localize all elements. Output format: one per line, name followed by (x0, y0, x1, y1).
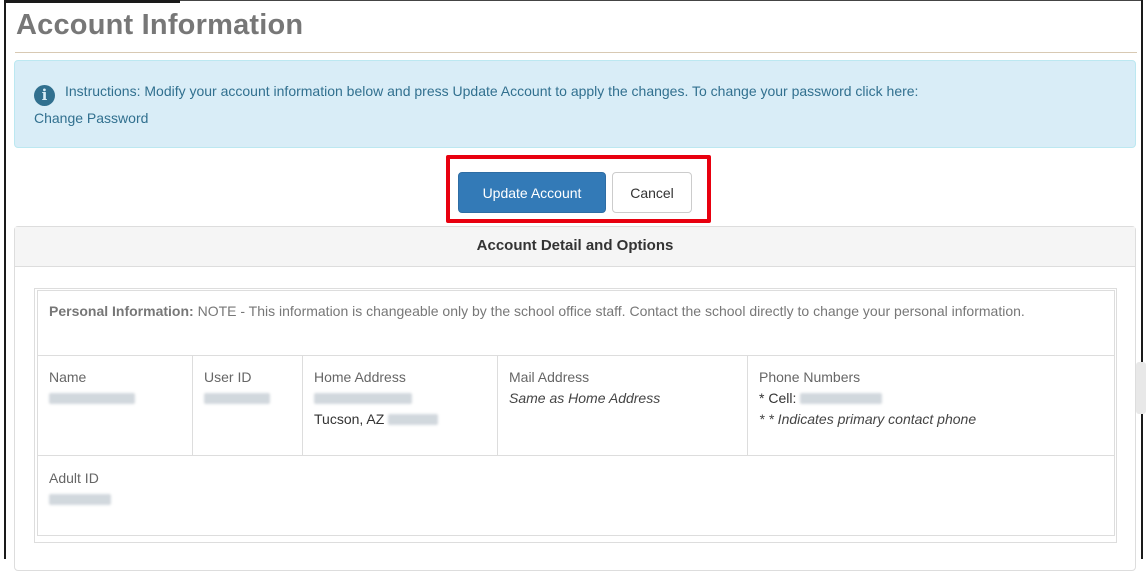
home-address-cell: Home Address Tucson, AZ (302, 355, 498, 456)
personal-info-container: Personal Information: NOTE - This inform… (34, 288, 1117, 543)
mail-address-label: Mail Address (509, 369, 590, 385)
user-id-label: User ID (204, 369, 252, 385)
home-zip-redacted (388, 414, 439, 425)
table-row: Adult ID (36, 455, 1116, 536)
title-divider (15, 52, 1137, 53)
cancel-button[interactable]: Cancel (612, 172, 692, 213)
name-label: Name (49, 369, 87, 385)
adult-id-cell: Adult ID (36, 455, 1116, 536)
window-right-border (1141, 0, 1143, 559)
mail-address-cell: Mail Address Same as Home Address (497, 355, 748, 456)
phone-numbers-label: Phone Numbers (759, 369, 861, 385)
personal-info-table: Personal Information: NOTE - This inform… (36, 290, 1116, 536)
home-address-label: Home Address (314, 369, 406, 385)
home-city: Tucson, AZ (314, 411, 385, 427)
personal-info-note: Personal Information: NOTE - This inform… (36, 290, 1116, 356)
window-top-tab (4, 0, 180, 3)
mail-address-value: Same as Home Address (509, 390, 661, 406)
table-row: Name User ID Home Address Tucson, AZ Mai… (37, 355, 1116, 456)
adult-id-label: Adult ID (49, 470, 99, 486)
user-id-value-redacted (204, 393, 270, 404)
name-value-redacted (49, 393, 135, 404)
update-account-button[interactable]: Update Account (458, 172, 606, 213)
adult-id-value-redacted (49, 494, 111, 505)
change-password-link[interactable]: Change Password (34, 110, 148, 126)
home-street-redacted (314, 393, 412, 404)
cell-label: * Cell: (759, 390, 797, 406)
personal-info-note-text: NOTE - This information is changeable on… (193, 303, 1025, 319)
phone-numbers-cell: Phone Numbers * Cell: * * Indicates prim… (746, 355, 1116, 456)
info-icon: i (34, 85, 55, 106)
personal-info-label: Personal Information: (49, 303, 194, 319)
account-detail-panel: Account Detail and Options Personal Info… (14, 226, 1136, 571)
instructions-text: Instructions: Modify your account inform… (65, 83, 919, 99)
instructions-alert: i Instructions: Modify your account infor… (14, 60, 1136, 148)
page-title: Account Information (16, 9, 304, 41)
name-cell: Name (37, 355, 193, 456)
panel-heading: Account Detail and Options (15, 227, 1135, 267)
user-id-cell: User ID (192, 355, 303, 456)
cell-number-redacted (800, 393, 883, 404)
window-left-border (4, 0, 6, 559)
primary-phone-note: * * Indicates primary contact phone (759, 411, 977, 427)
scrollbar-thumb[interactable] (1136, 362, 1146, 414)
